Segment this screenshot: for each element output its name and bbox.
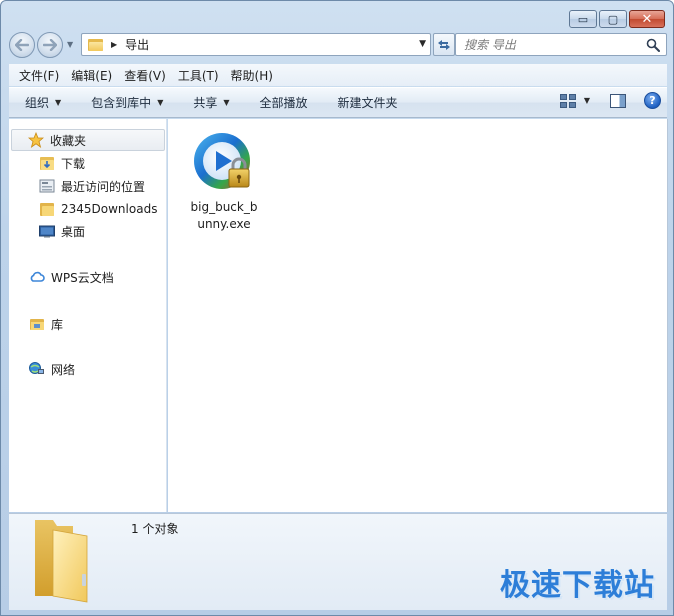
sidebar-item-label: 最近访问的位置 — [61, 179, 146, 194]
navigation-pane: 收藏夹 下载 最近访问的位置 2345Downloads 桌面 WPS云文档 库 — [9, 119, 167, 512]
play-all-button[interactable]: 全部播放 — [240, 88, 318, 117]
chevron-down-icon: ▼ — [55, 98, 62, 107]
close-icon: ✕ — [641, 11, 653, 27]
item-count: 1 个对象 — [131, 522, 179, 536]
address-row: ▼ ▶ 导出 ▼ — [9, 31, 667, 59]
desktop-icon — [39, 225, 55, 238]
change-view-icon[interactable] — [559, 93, 576, 108]
folder-icon — [40, 203, 54, 216]
sidebar-item-label: 库 — [51, 317, 64, 332]
back-arrow-icon — [15, 39, 29, 51]
help-icon[interactable]: ? — [644, 92, 661, 109]
recent-places-icon — [39, 179, 55, 193]
search-box[interactable] — [455, 33, 667, 56]
menu-help[interactable]: 帮助(H) — [225, 67, 279, 84]
file-item[interactable]: big_buck_bunny.exe — [184, 131, 264, 233]
menu-edit[interactable]: 编辑(E) — [65, 67, 118, 84]
watermark-logo: 极速下载站 — [500, 568, 655, 603]
sidebar-item-downloads[interactable]: 下载 — [39, 153, 85, 173]
file-name: big_buck_bunny.exe — [190, 200, 258, 231]
organize-button[interactable]: 组织 ▼ — [9, 88, 71, 117]
address-bar[interactable]: ▶ 导出 ▼ — [81, 33, 431, 56]
star-icon — [28, 132, 44, 148]
minimize-button[interactable]: ▭ — [569, 10, 597, 28]
media-player-lock-icon — [194, 133, 250, 189]
menu-tools[interactable]: 工具(T) — [172, 67, 225, 84]
minimize-icon: ▭ — [577, 12, 589, 26]
maximize-button[interactable]: ▢ — [599, 10, 627, 28]
close-button[interactable]: ✕ — [629, 10, 665, 28]
details-pane: 1 个对象 极速下载站 — [9, 513, 667, 610]
back-button[interactable] — [9, 32, 35, 58]
favorites-label: 收藏夹 — [50, 133, 87, 148]
downloads-folder-icon — [40, 157, 54, 170]
chevron-down-icon: ▼ — [223, 98, 230, 107]
address-dropdown-icon[interactable]: ▼ — [419, 39, 426, 49]
sidebar-item-label: 2345Downloads — [61, 202, 158, 216]
content-border — [667, 119, 668, 512]
recent-pages-dropdown-icon[interactable]: ▼ — [67, 40, 73, 49]
share-button[interactable]: 共享 ▼ — [173, 88, 239, 117]
sidebar-item-2345downloads[interactable]: 2345Downloads — [39, 199, 157, 219]
forward-button[interactable] — [37, 32, 63, 58]
breadcrumb-separator-icon[interactable]: ▶ — [111, 40, 117, 49]
sidebar-item-label: 桌面 — [61, 224, 86, 239]
maximize-icon: ▢ — [607, 12, 619, 26]
preview-pane-icon[interactable] — [610, 93, 626, 108]
explorer-window: ▭ ▢ ✕ ▼ ▶ 导出 ▼ 文件(F) 编辑(E) 查看(V) 工具(T) 帮… — [0, 0, 674, 616]
search-icon[interactable] — [646, 38, 660, 52]
search-input[interactable] — [464, 37, 634, 52]
network-icon — [29, 362, 44, 374]
organize-label: 组织 — [25, 96, 50, 110]
sidebar-item-network[interactable]: 网络 — [29, 359, 75, 379]
chevron-down-icon: ▼ — [157, 98, 164, 107]
sidebar-item-desktop[interactable]: 桌面 — [39, 221, 85, 241]
sidebar-item-wps-cloud[interactable]: WPS云文档 — [29, 267, 114, 287]
menu-view[interactable]: 查看(V) — [118, 67, 172, 84]
breadcrumb-current[interactable]: 导出 — [125, 36, 149, 53]
sidebar-item-label: 下载 — [61, 156, 86, 171]
sidebar-item-label: WPS云文档 — [51, 270, 114, 285]
forward-arrow-icon — [43, 39, 57, 51]
file-list[interactable]: big_buck_bunny.exe — [168, 119, 667, 512]
new-folder-button[interactable]: 新建文件夹 — [318, 88, 408, 117]
menu-bar: 文件(F) 编辑(E) 查看(V) 工具(T) 帮助(H) — [9, 64, 667, 86]
include-in-library-label: 包含到库中 — [91, 96, 152, 110]
large-folder-icon — [35, 520, 88, 603]
library-icon — [30, 319, 44, 330]
refresh-icon — [438, 39, 450, 50]
include-in-library-button[interactable]: 包含到库中 ▼ — [71, 88, 173, 117]
caption-buttons: ▭ ▢ ✕ — [569, 10, 665, 28]
sidebar-item-libraries[interactable]: 库 — [29, 314, 63, 334]
share-label: 共享 — [193, 96, 218, 110]
sidebar-item-label: 网络 — [51, 362, 76, 377]
play-all-label: 全部播放 — [259, 96, 308, 110]
command-bar: 组织 ▼ 包含到库中 ▼ 共享 ▼ 全部播放 新建文件夹 ▼ ? — [9, 87, 667, 118]
menu-file[interactable]: 文件(F) — [13, 67, 65, 84]
cloud-icon — [30, 271, 45, 282]
refresh-button[interactable] — [433, 33, 455, 56]
new-folder-label: 新建文件夹 — [337, 96, 398, 110]
view-controls: ▼ ? — [559, 92, 661, 109]
favorites-header[interactable]: 收藏夹 — [11, 129, 165, 151]
sidebar-item-recent-places[interactable]: 最近访问的位置 — [39, 176, 145, 196]
view-options-dropdown-icon[interactable]: ▼ — [584, 96, 590, 105]
folder-icon — [88, 38, 103, 51]
